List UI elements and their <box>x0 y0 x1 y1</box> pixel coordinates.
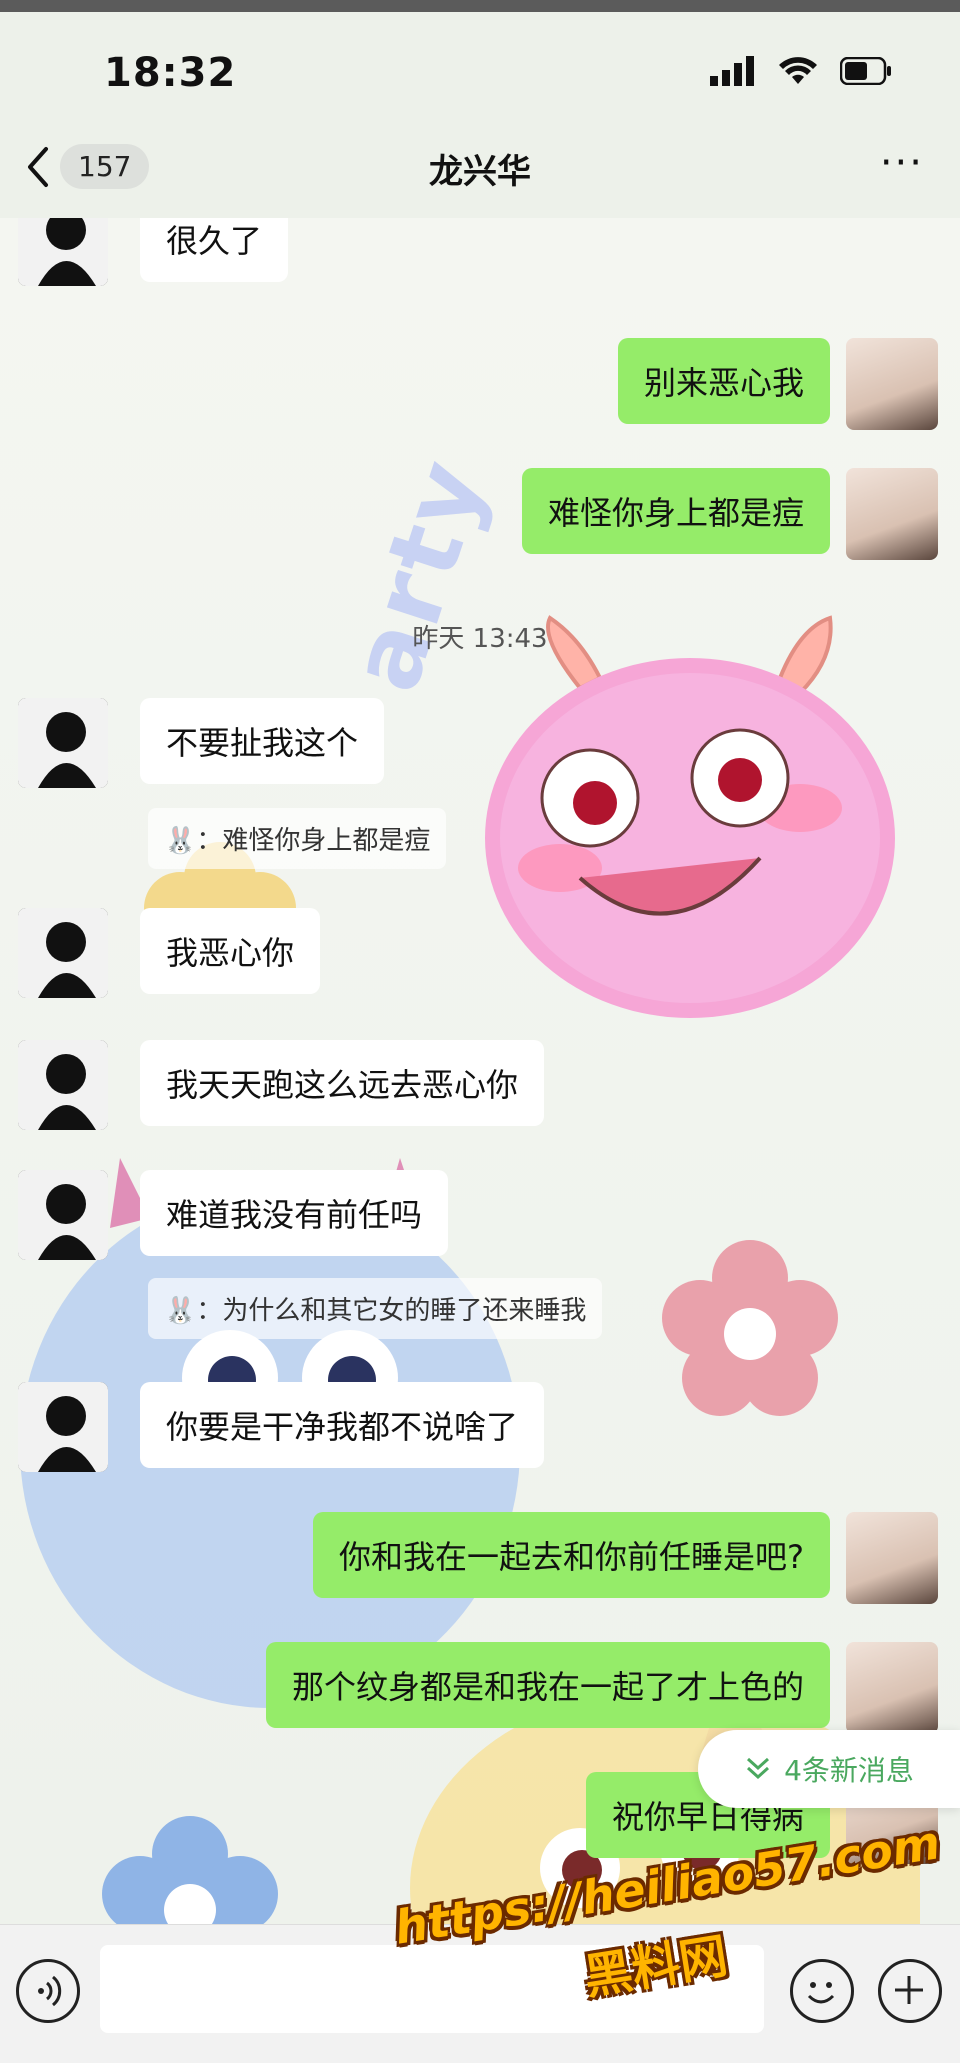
message-bubble[interactable]: 不要扯我这个 <box>140 698 385 784</box>
new-messages-button[interactable]: 4条新消息 <box>698 1730 960 1808</box>
message-bubble[interactable]: 我天天跑这么远去恶心你 <box>140 1040 545 1126</box>
blue-flower-sticker <box>102 1816 278 1924</box>
message-bubble[interactable]: 我恶心你 <box>140 908 321 994</box>
voice-input-button[interactable] <box>16 1959 80 2023</box>
contact-avatar[interactable] <box>18 908 108 998</box>
pink-flower-sticker <box>662 1240 838 1416</box>
person-silhouette-icon <box>18 218 108 286</box>
quote-text: 为什么和其它女的睡了还来睡我 <box>222 1296 587 1326</box>
chat-header: 157 龙兴华 ··· <box>0 122 960 218</box>
top-strip <box>0 0 960 12</box>
message-bubble[interactable]: 难怪你身上都是痘 <box>521 468 830 554</box>
quote-text: 难怪你身上都是痘 <box>222 826 431 856</box>
person-silhouette-icon <box>18 1382 108 1472</box>
chat-title: 龙兴华 <box>429 152 531 192</box>
more-options-button[interactable]: ··· <box>880 140 924 186</box>
double-chevron-down-icon <box>747 1757 770 1780</box>
contact-avatar[interactable] <box>18 698 108 788</box>
status-icons <box>710 56 892 86</box>
user-avatar[interactable] <box>846 1512 938 1604</box>
battery-icon <box>840 57 891 85</box>
quoted-message[interactable]: 🐰：难怪你身上都是痘 <box>148 808 447 869</box>
wifi-icon <box>779 57 817 84</box>
quote-sender: 🐰： <box>164 1296 223 1326</box>
new-messages-label: 4条新消息 <box>784 1754 914 1787</box>
signal-icon <box>710 56 754 86</box>
message-bubble[interactable]: 你和我在一起去和你前任睡是吧? <box>313 1512 830 1598</box>
watermark: https://heiliao57.com 黑料网 <box>391 1815 944 2006</box>
quoted-message[interactable]: 🐰：为什么和其它女的睡了还来睡我 <box>148 1278 603 1339</box>
message-bubble[interactable]: 你要是干净我都不说啥了 <box>140 1382 545 1468</box>
background-text: arty <box>328 444 509 704</box>
status-bar: 18:32 <box>0 12 960 122</box>
user-avatar[interactable] <box>846 468 938 560</box>
message-bubble[interactable]: 那个纹身都是和我在一起了才上色的 <box>265 1642 830 1728</box>
message-bubble[interactable]: 很久了 <box>140 218 289 282</box>
contact-avatar[interactable] <box>18 1040 108 1130</box>
message-bubble[interactable]: 别来恶心我 <box>617 338 830 424</box>
user-avatar[interactable] <box>846 338 938 430</box>
person-silhouette-icon <box>18 698 108 788</box>
contact-avatar[interactable] <box>18 1170 108 1260</box>
quote-sender: 🐰： <box>164 826 223 856</box>
person-silhouette-icon <box>18 1170 108 1260</box>
chat-timestamp: 昨天 13:43 <box>412 624 548 654</box>
person-silhouette-icon <box>18 1040 108 1130</box>
chat-area[interactable]: arty 很久了 别来恶心我 难怪你身上都是痘 昨天 13:43 不要扯我这个 … <box>0 218 960 1924</box>
status-time: 18:32 <box>104 50 237 96</box>
pink-monster-sticker <box>485 615 895 1018</box>
message-bubble[interactable]: 难道我没有前任吗 <box>140 1170 449 1256</box>
voice-wave-icon <box>38 1975 62 2007</box>
contact-avatar[interactable] <box>18 1382 108 1472</box>
person-silhouette-icon <box>18 908 108 998</box>
user-avatar[interactable] <box>846 1642 938 1734</box>
contact-avatar[interactable] <box>18 218 108 286</box>
